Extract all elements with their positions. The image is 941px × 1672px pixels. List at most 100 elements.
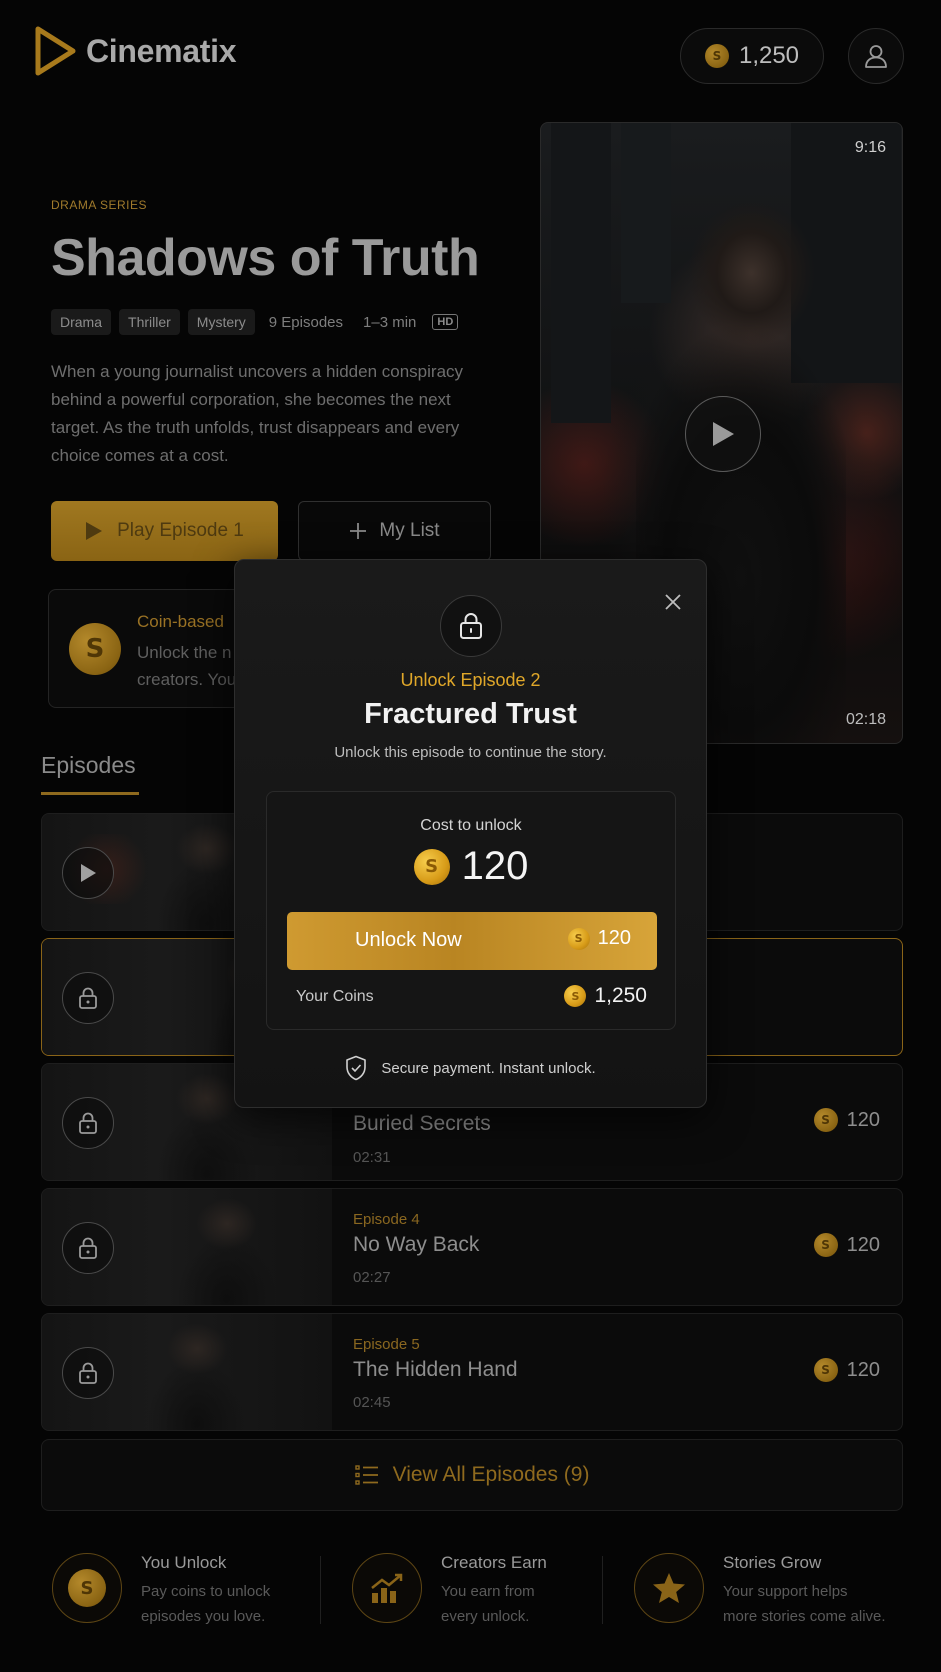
cost-amount: S 120 [267, 844, 675, 889]
cost-box: Cost to unlock S 120 Unlock Now S 120 Yo… [266, 791, 676, 1030]
your-coins-amount: 1,250 [594, 984, 647, 1007]
secure-payment-note: Secure payment. Instant unlock. [235, 1055, 706, 1081]
play-episode-button[interactable]: Play Episode 1 [51, 501, 278, 561]
coin-balance-value: 1,250 [738, 42, 800, 69]
episode-lock-button[interactable] [62, 1222, 114, 1274]
episode-price: S 120 [813, 1108, 880, 1132]
episode-price-value: 120 [846, 1108, 880, 1131]
coin-icon: S [68, 1569, 106, 1607]
episode-lock-button[interactable] [62, 1347, 114, 1399]
unlock-episode-modal: Unlock Episode 2 Fractured Trust Unlock … [234, 559, 707, 1108]
episode-duration: 02:31 [353, 1149, 391, 1166]
feature-icon [352, 1553, 422, 1623]
episode-price-value: 120 [846, 1358, 880, 1381]
feature-divider [602, 1556, 603, 1624]
feature-line: You earn from [441, 1583, 535, 1600]
coin-icon: S [813, 1358, 838, 1382]
unlock-now-label: Unlock Now [355, 929, 462, 951]
close-button[interactable] [661, 590, 685, 614]
lock-icon [79, 987, 97, 1009]
hd-badge: HD [432, 314, 459, 330]
poster-play-button[interactable] [685, 396, 761, 472]
your-coins-label: Your Coins [296, 988, 374, 1005]
info-line: Unlock the n [137, 643, 232, 662]
cost-value: 120 [461, 844, 529, 888]
my-list-button[interactable]: My List [298, 501, 491, 561]
close-icon [665, 594, 681, 610]
episode-title: Buried Secrets [353, 1112, 491, 1135]
secure-text: Secure payment. Instant unlock. [381, 1059, 596, 1077]
cost-label: Cost to unlock [420, 817, 522, 834]
episodes-tab-underline [41, 792, 139, 795]
episodes-heading[interactable]: Episodes [41, 752, 136, 779]
background-building [551, 123, 611, 423]
coin-icon: S [564, 985, 587, 1007]
modal-kicker: Unlock Episode 2 [400, 670, 541, 690]
episode-play-button[interactable] [62, 847, 114, 899]
genre-tag[interactable]: Mystery [187, 309, 255, 335]
episode-lock-button[interactable] [62, 1097, 114, 1149]
feature-title: You Unlock [141, 1553, 227, 1572]
lock-icon [460, 613, 482, 639]
play-icon [81, 864, 96, 882]
modal-subtitle: Unlock this episode to continue the stor… [334, 744, 607, 761]
episode-duration: 1–3 min [363, 313, 417, 331]
feature-icon: S [52, 1553, 122, 1623]
play-icon [86, 522, 103, 540]
modal-lock-badge [440, 595, 502, 657]
episode-lock-button[interactable] [62, 972, 114, 1024]
unlock-price: S 120 [567, 927, 631, 950]
poster-aspect: 9:16 [854, 139, 886, 156]
unlock-now-button[interactable]: Unlock Now S 120 [287, 912, 657, 970]
feature-line: Pay coins to unlock [141, 1583, 271, 1600]
episode-price-value: 120 [846, 1233, 880, 1256]
episode-row[interactable]: Episode 5 The Hidden Hand 02:45 S 120 [41, 1313, 903, 1431]
episode-title: No Way Back [353, 1233, 480, 1256]
coin-icon: S [413, 848, 450, 885]
feature-title: Creators Earn [441, 1553, 547, 1572]
lock-icon [79, 1112, 97, 1134]
feature-line: episodes you love. [141, 1608, 266, 1625]
play-icon [713, 422, 734, 446]
coin-balance-pill[interactable]: S 1,250 [680, 28, 824, 84]
series-tags: Drama Thriller Mystery 9 Episodes 1–3 mi… [51, 309, 459, 335]
info-title: Coin-based [137, 612, 224, 631]
lock-icon [79, 1362, 97, 1384]
profile-button[interactable] [848, 28, 904, 84]
view-all-label: View All Episodes (9) [392, 1463, 590, 1486]
feature-icon [634, 1553, 704, 1623]
feature-text: You earn from every unlock. [441, 1579, 535, 1629]
feature-line: more stories come alive. [723, 1608, 886, 1625]
episode-price: S 120 [813, 1358, 880, 1382]
star-icon [653, 1573, 685, 1603]
feature-title: Stories Grow [723, 1553, 822, 1572]
feature-text: Pay coins to unlock episodes you love. [141, 1579, 270, 1629]
user-icon [865, 45, 887, 68]
your-coins-value: S 1,250 [564, 984, 647, 1008]
episode-duration: 02:45 [353, 1394, 391, 1411]
coin-icon: S [704, 44, 729, 68]
episode-duration: 02:27 [353, 1269, 391, 1286]
coin-icon: S [567, 927, 590, 950]
coin-icon: S [813, 1108, 838, 1132]
my-list-label: My List [379, 520, 440, 541]
series-description: When a young journalist uncovers a hidde… [51, 362, 464, 465]
logo[interactable]: Cinematix [34, 26, 237, 76]
episode-row[interactable]: Episode 4 No Way Back 02:27 S 120 [41, 1188, 903, 1306]
episode-number: Episode 5 [353, 1336, 420, 1353]
episode-number: Episode 4 [353, 1211, 420, 1228]
episode-title: The Hidden Hand [353, 1358, 518, 1381]
shield-check-icon [346, 1055, 367, 1081]
poster-duration: 02:18 [845, 711, 886, 728]
genre-tag[interactable]: Drama [51, 309, 112, 335]
view-all-episodes-button[interactable]: View All Episodes (9) [41, 1439, 903, 1511]
episodes-count: 9 Episodes [268, 313, 344, 331]
episode-price: S 120 [813, 1233, 880, 1257]
feature-divider [320, 1556, 321, 1624]
info-line: creators. You [137, 670, 237, 689]
series-category: DRAMA SERIES [51, 198, 148, 212]
plus-icon [350, 523, 367, 539]
genre-tag[interactable]: Thriller [119, 309, 180, 335]
coin-icon: S [813, 1233, 838, 1257]
app-header: Cinematix S 1,250 [0, 0, 941, 110]
